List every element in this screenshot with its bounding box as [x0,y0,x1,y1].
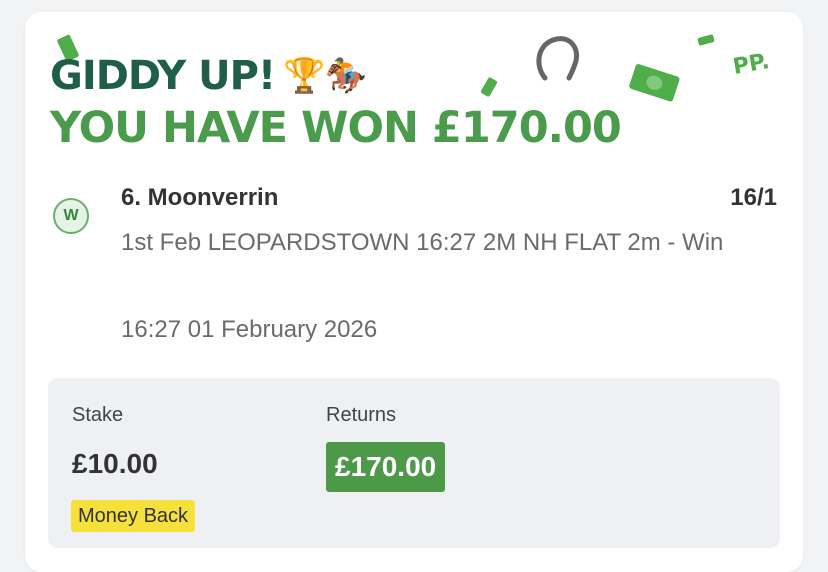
returns-value: £170.00 [326,442,446,492]
bet-receipt-card: PP. GIDDY UP! 🏆🏇 YOU HAVE WON £170.00 W … [25,12,803,572]
selection-name: 6. Moonverrin [121,184,279,211]
brand-mark: PP. [731,49,772,80]
money-back-tag: Money Back [71,500,196,532]
win-banner: GIDDY UP! 🏆🏇 YOU HAVE WON £170.00 [50,52,622,154]
returns-label: Returns [326,404,397,426]
trophy-jockey-icon: 🏆🏇 [283,56,367,96]
selection-odds: 16/1 [730,184,777,211]
stake-label: Stake [72,404,124,426]
stake-value: £10.00 [72,448,158,479]
banner-line1: GIDDY UP! [50,53,276,99]
bet-summary-panel: Stake £10.00 Returns £170.00 Money Back [48,378,780,548]
money-note-icon [629,64,680,102]
market-description: 1st Feb LEOPARDSTOWN 16:27 2M NH FLAT 2m… [121,229,724,256]
race-datetime: 16:27 01 February 2026 [121,316,378,343]
win-status-badge: W [53,198,89,234]
money-note-icon [697,34,715,46]
win-amount-headline: YOU HAVE WON £170.00 [50,103,622,153]
banner-headline: GIDDY UP! 🏆🏇 [50,52,621,100]
